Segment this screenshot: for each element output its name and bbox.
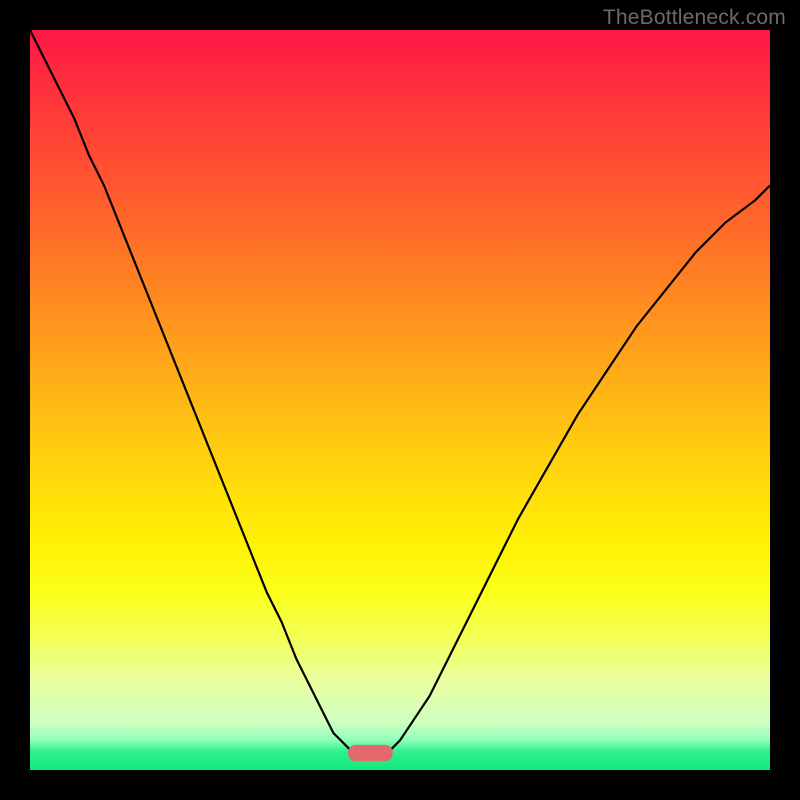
chart-svg xyxy=(30,30,770,770)
baseline-marker xyxy=(348,745,392,761)
left-curve xyxy=(30,30,356,755)
right-curve xyxy=(385,185,770,755)
watermark-text: TheBottleneck.com xyxy=(603,6,786,30)
chart-frame: TheBottleneck.com xyxy=(0,0,800,800)
plot-area xyxy=(30,30,770,770)
